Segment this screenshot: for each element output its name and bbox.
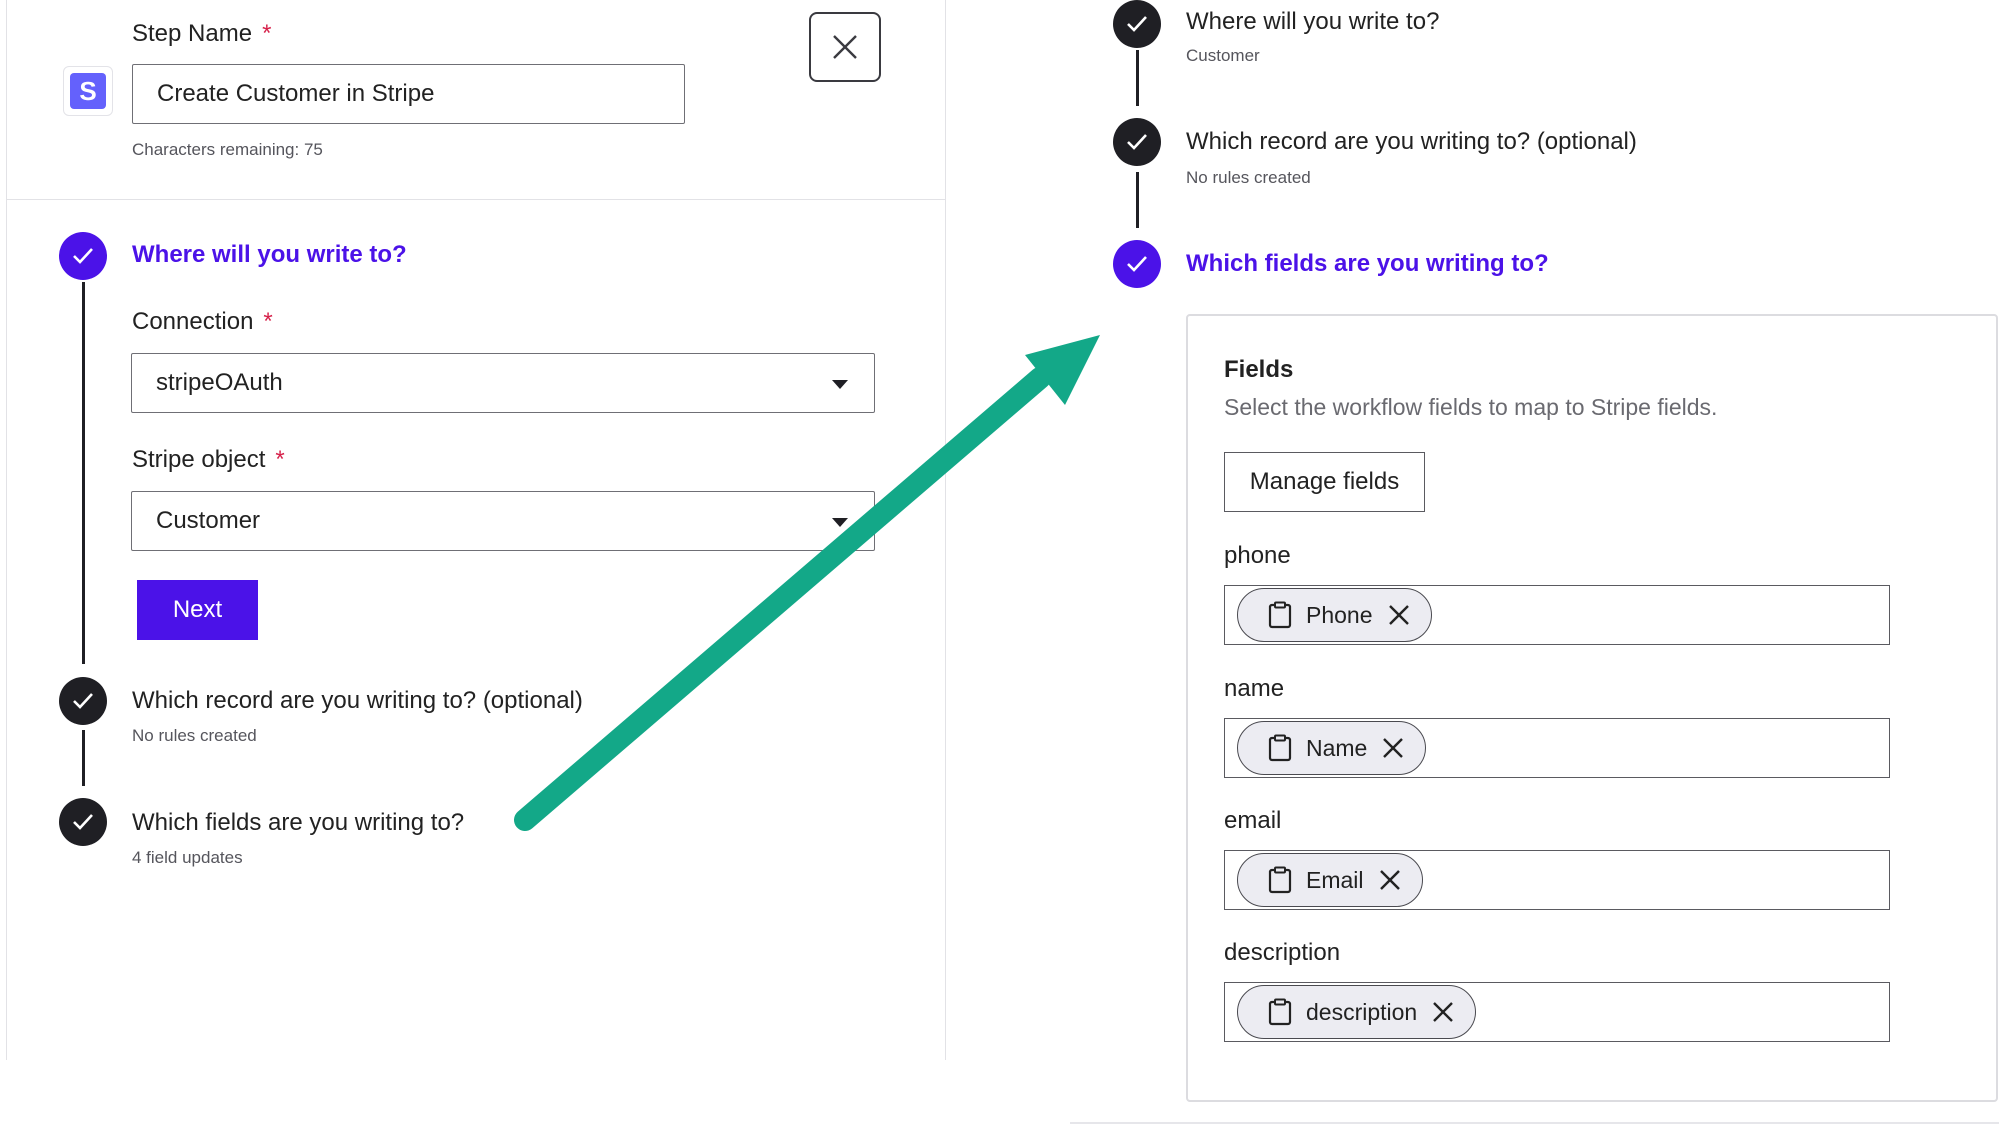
field-input-email[interactable]: Email [1224, 850, 1890, 910]
fields-card-title: Fields [1224, 356, 1294, 383]
step-name-input[interactable] [132, 64, 685, 124]
check-icon [1127, 256, 1147, 272]
remove-chip-icon[interactable] [1378, 868, 1402, 892]
connection-select[interactable]: stripeOAuth [131, 353, 875, 413]
step-editor-panel: S Step Name* Characters remaining: 75 Wh… [6, 0, 946, 1060]
step-connector [82, 282, 85, 664]
check-icon [1127, 16, 1147, 32]
field-chip[interactable]: Email [1237, 853, 1423, 907]
required-indicator: * [263, 308, 273, 335]
step-record-status [1113, 118, 1161, 166]
required-indicator: * [275, 446, 285, 473]
panel-divider [1070, 1122, 1999, 1124]
check-icon [73, 248, 93, 264]
caret-down-icon [832, 380, 848, 389]
step-fields-title[interactable]: Which fields are you writing to? [132, 809, 464, 837]
stripe-object-select[interactable]: Customer [131, 491, 875, 551]
characters-remaining: Characters remaining: 75 [132, 140, 323, 159]
step-record-subtitle: No rules created [1186, 168, 1311, 187]
step-fields-subtitle: 4 field updates [132, 848, 243, 867]
field-input-name[interactable]: Name [1224, 718, 1890, 778]
close-button[interactable] [809, 12, 881, 82]
chip-label: Phone [1306, 601, 1373, 628]
chip-label: Email [1306, 866, 1364, 893]
remove-chip-icon[interactable] [1381, 736, 1405, 760]
step-where-title[interactable]: Where will you write to? [132, 241, 407, 269]
field-label-description: description [1224, 939, 1341, 966]
step-record-status [59, 677, 107, 725]
stripe-logo: S [63, 66, 113, 116]
required-indicator: * [262, 20, 272, 47]
check-icon [73, 814, 93, 830]
fields-card: Fields Select the workflow fields to map… [1186, 314, 1998, 1102]
clipboard-icon [1268, 601, 1292, 629]
field-chip[interactable]: description [1237, 985, 1477, 1039]
step-fields-title[interactable]: Which fields are you writing to? [1186, 250, 1549, 278]
stripe-logo-letter: S [70, 73, 106, 109]
connection-value: stripeOAuth [156, 369, 283, 396]
field-chip[interactable]: Name [1237, 721, 1427, 775]
clipboard-icon [1268, 734, 1292, 762]
next-button[interactable]: Next [137, 580, 258, 640]
step-where-title[interactable]: Where will you write to? [1186, 8, 1439, 36]
step-header: S Step Name* Characters remaining: 75 [7, 0, 945, 200]
step-connector [1136, 50, 1139, 106]
field-chip[interactable]: Phone [1237, 588, 1432, 642]
manage-fields-button[interactable]: Manage fields [1224, 452, 1425, 512]
step-connector [1136, 172, 1139, 228]
field-label-phone: phone [1224, 542, 1291, 569]
field-label-name: name [1224, 675, 1285, 702]
connection-label: Connection * [132, 308, 273, 335]
chip-label: description [1306, 998, 1418, 1025]
fields-card-description: Select the workflow fields to map to Str… [1224, 394, 1718, 420]
stripe-object-label: Stripe object * [132, 446, 285, 473]
fields-step-panel: Where will you write to? Customer Which … [1070, 0, 1999, 1129]
clipboard-icon [1268, 998, 1292, 1026]
step-name-label: Step Name * [132, 20, 272, 47]
field-label-email: email [1224, 807, 1282, 834]
chip-label: Name [1306, 734, 1368, 761]
step-record-title[interactable]: Which record are you writing to? (option… [132, 687, 583, 715]
step-where-status [59, 232, 107, 280]
remove-chip-icon[interactable] [1431, 1000, 1455, 1024]
remove-chip-icon[interactable] [1387, 603, 1411, 627]
step-where-subtitle: Customer [1186, 46, 1260, 65]
stripe-object-value: Customer [156, 507, 261, 534]
close-icon [833, 35, 857, 59]
check-icon [73, 693, 93, 709]
clipboard-icon [1268, 866, 1292, 894]
step-fields-status [59, 798, 107, 846]
caret-down-icon [832, 518, 848, 527]
step-fields-status [1113, 240, 1161, 288]
step-connector [82, 730, 85, 786]
step-record-subtitle: No rules created [132, 726, 257, 745]
step-record-title[interactable]: Which record are you writing to? (option… [1186, 128, 1637, 156]
check-icon [1127, 134, 1147, 150]
field-input-description[interactable]: description [1224, 982, 1890, 1042]
step-where-status [1113, 0, 1161, 48]
field-input-phone[interactable]: Phone [1224, 585, 1890, 645]
